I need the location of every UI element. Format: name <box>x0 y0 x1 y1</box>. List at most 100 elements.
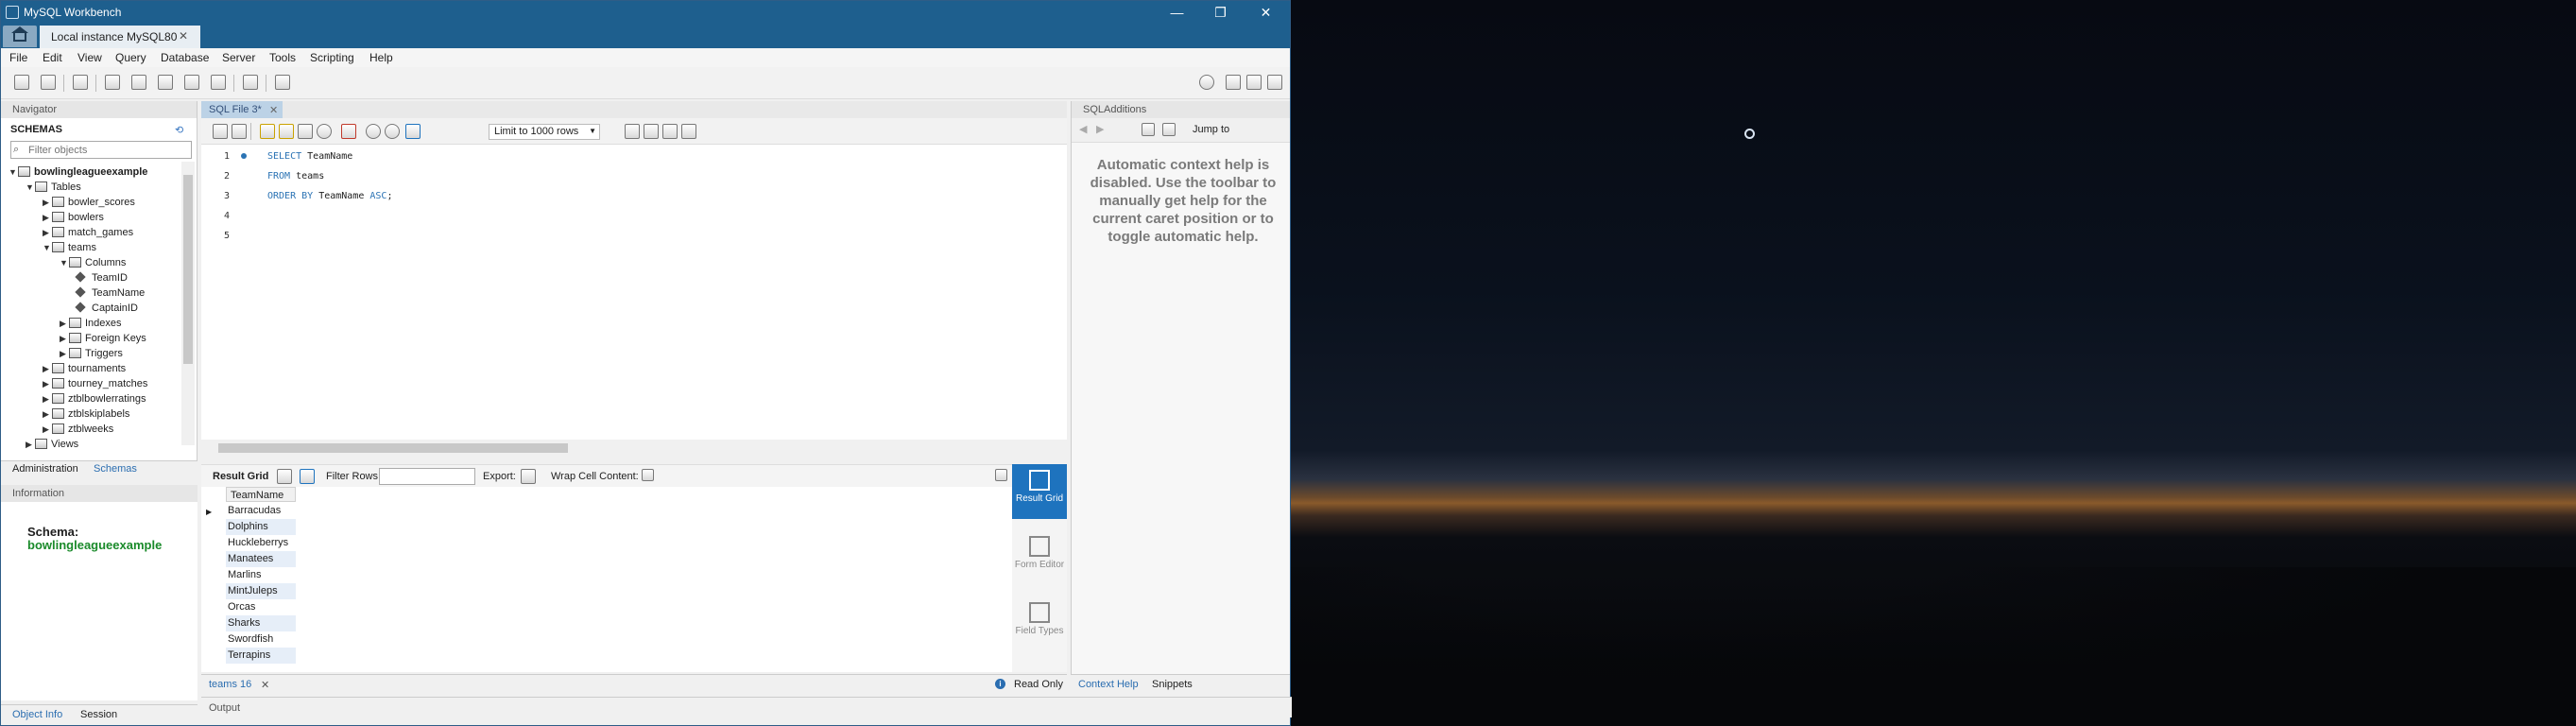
code-line[interactable]: FROM teams <box>267 171 324 182</box>
output-panel-header[interactable]: Output <box>201 697 1292 717</box>
menu-help[interactable]: Help <box>369 51 393 64</box>
explain-icon[interactable] <box>298 124 313 139</box>
new-sql-tab-icon[interactable] <box>14 75 29 90</box>
tab-schemas[interactable]: Schemas <box>94 463 137 475</box>
tree-item[interactable]: ▼ teams <box>43 242 96 257</box>
filter-rows-input[interactable] <box>379 468 475 485</box>
gear-icon[interactable] <box>1199 75 1214 90</box>
chevron-down-icon[interactable]: ▼ <box>60 258 69 268</box>
chevron-right-icon[interactable]: ▶ <box>43 198 52 208</box>
title-bar[interactable]: MySQL Workbench — ❐ ✕ <box>1 1 1290 24</box>
tab-snippets[interactable]: Snippets <box>1152 679 1193 690</box>
create-table-icon[interactable] <box>131 75 146 90</box>
limit-rows-select[interactable]: Limit to 1000 rows ▼ <box>489 124 600 140</box>
tree-item[interactable]: ▶ Triggers <box>60 348 123 363</box>
tree-item[interactable]: ▶ ztblweeks <box>43 424 113 439</box>
menu-edit[interactable]: Edit <box>43 51 62 64</box>
sql-file-tab[interactable]: SQL File 3* ✕ <box>201 101 283 118</box>
connection-tab[interactable]: Local instance MySQL80 ✕ <box>40 26 200 48</box>
tree-item[interactable]: ▶ bowler_scores <box>43 197 135 212</box>
stop-on-error-icon[interactable] <box>341 124 356 139</box>
chevron-right-icon[interactable]: ▶ <box>43 394 52 405</box>
tree-item[interactable]: ▶ Foreign Keys <box>60 333 146 348</box>
sql-editor[interactable]: 1 SELECT TeamName 2 FROM teams 3 ORDER BY Tea… <box>201 145 1067 440</box>
restore-button[interactable]: ❐ <box>1199 1 1242 24</box>
search-table-data-icon[interactable] <box>243 75 258 90</box>
chevron-right-icon[interactable]: ▶ <box>43 424 52 435</box>
result-tab-teams[interactable]: teams 16 <box>209 679 251 690</box>
chevron-right-icon[interactable]: ▶ <box>60 334 69 344</box>
beautify-icon[interactable] <box>625 124 640 139</box>
create-function-icon[interactable] <box>211 75 226 90</box>
grid-icon[interactable] <box>277 469 292 484</box>
wrap-cell-icon[interactable] <box>642 469 654 481</box>
menu-view[interactable]: View <box>77 51 102 64</box>
tree-item[interactable]: ▶ ztblskiplabels <box>43 408 129 424</box>
chevron-right-icon[interactable]: ▶ <box>60 319 69 329</box>
editor-horizontal-scrollbar[interactable] <box>201 441 1067 455</box>
menu-scripting[interactable]: Scripting <box>310 51 354 64</box>
form-editor-button[interactable]: Form Editor <box>1012 530 1067 585</box>
toggle-additions-icon[interactable] <box>1267 75 1282 90</box>
table-row[interactable]: Orcas <box>226 599 296 615</box>
close-tab-icon[interactable]: ✕ <box>179 29 188 43</box>
chevron-right-icon[interactable]: ▶ <box>60 349 69 359</box>
table-row[interactable]: Marlins <box>226 567 296 583</box>
toggle-panel-icon[interactable] <box>995 469 1007 481</box>
chevron-down-icon[interactable]: ▼ <box>9 167 18 177</box>
jump-to-label[interactable]: Jump to <box>1193 124 1229 135</box>
invisible-chars-icon[interactable] <box>662 124 678 139</box>
rollback-icon[interactable] <box>385 124 400 139</box>
table-row[interactable]: Swordfish <box>226 631 296 648</box>
tree-item[interactable]: ▶ bowlers <box>43 212 104 227</box>
filter-objects-box[interactable]: ⌕ <box>10 141 192 159</box>
tab-administration[interactable]: Administration <box>12 463 78 475</box>
execute-icon[interactable] <box>260 124 275 139</box>
navigator-scrollbar[interactable] <box>181 162 195 445</box>
menu-query[interactable]: Query <box>115 51 146 64</box>
chevron-right-icon[interactable]: ▶ <box>26 440 35 450</box>
tab-object-info[interactable]: Object Info <box>12 709 62 720</box>
table-row[interactable]: Huckleberrys <box>226 535 296 551</box>
forward-icon[interactable]: ▶ <box>1096 123 1104 135</box>
tree-item[interactable]: ▼ Columns <box>60 257 126 272</box>
tree-item[interactable]: ▶ Views <box>26 439 78 454</box>
execute-current-icon[interactable] <box>279 124 294 139</box>
chevron-right-icon[interactable]: ▶ <box>43 213 52 223</box>
tab-context-help[interactable]: Context Help <box>1078 679 1139 690</box>
find-icon[interactable] <box>644 124 659 139</box>
table-row[interactable]: Dolphins <box>226 519 296 535</box>
menu-file[interactable]: File <box>9 51 27 64</box>
field-types-button[interactable]: Field Types <box>1012 596 1067 651</box>
wrap-lines-icon[interactable] <box>681 124 696 139</box>
manual-help-icon[interactable] <box>1162 123 1176 136</box>
tab-session[interactable]: Session <box>80 709 117 720</box>
scrollbar-thumb[interactable] <box>218 443 568 453</box>
menu-database[interactable]: Database <box>161 51 209 64</box>
inspector-icon[interactable] <box>73 75 88 90</box>
column-header[interactable]: TeamName <box>226 487 296 502</box>
autocommit-icon[interactable] <box>405 124 421 139</box>
table-row[interactable]: Barracudas <box>226 503 296 519</box>
chevron-down-icon[interactable]: ▼ <box>43 243 52 252</box>
menu-server[interactable]: Server <box>222 51 255 64</box>
create-procedure-icon[interactable] <box>184 75 199 90</box>
chevron-right-icon[interactable]: ▶ <box>43 379 52 389</box>
create-schema-icon[interactable] <box>105 75 120 90</box>
menu-tools[interactable]: Tools <box>269 51 296 64</box>
minimize-button[interactable]: — <box>1156 1 1198 24</box>
commit-icon[interactable] <box>366 124 381 139</box>
stop-icon[interactable] <box>317 124 332 139</box>
chevron-down-icon[interactable]: ▼ <box>26 182 35 192</box>
table-row[interactable]: Sharks <box>226 615 296 631</box>
tree-item[interactable]: ▶ tournaments <box>43 363 126 378</box>
reconnect-icon[interactable] <box>275 75 290 90</box>
save-icon[interactable] <box>232 124 247 139</box>
open-sql-script-icon[interactable] <box>41 75 56 90</box>
back-icon[interactable]: ◀ <box>1079 123 1087 135</box>
tree-item[interactable]: ▼ Tables <box>26 182 81 197</box>
tree-item[interactable]: ▶ match_games <box>43 227 133 242</box>
toggle-sidebar-icon[interactable] <box>1226 75 1241 90</box>
filter-objects-input[interactable] <box>26 143 189 157</box>
tree-item[interactable]: TeamName <box>75 286 145 302</box>
